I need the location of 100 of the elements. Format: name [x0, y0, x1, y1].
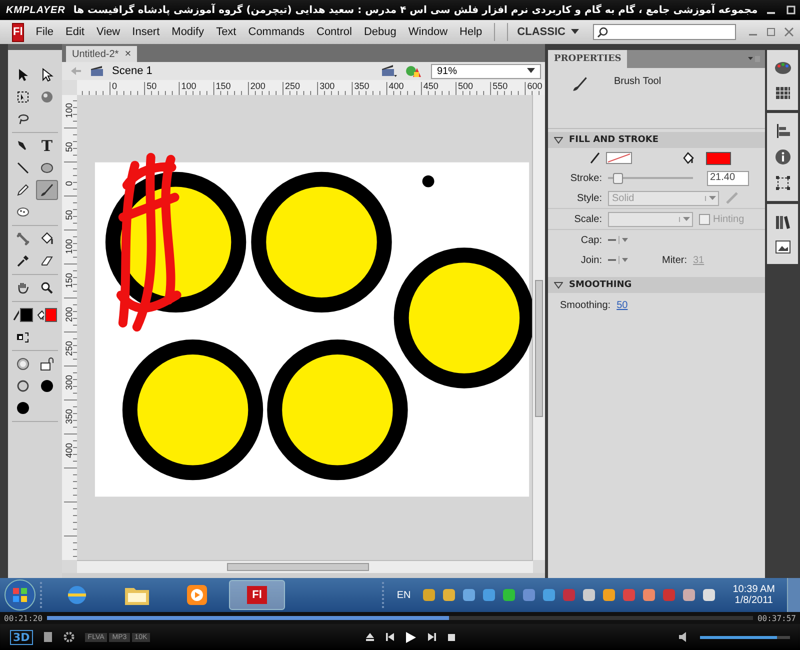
- circle-shape[interactable]: [122, 339, 264, 480]
- swap-icon: [16, 330, 30, 344]
- pencil-icon: [13, 309, 20, 321]
- stroke-value-field[interactable]: 21.40: [707, 170, 749, 186]
- menu-item[interactable]: Insert: [126, 26, 166, 38]
- join-dropdown[interactable]: [608, 256, 630, 264]
- play-icon: [186, 584, 208, 606]
- brush-icon: [572, 76, 588, 92]
- tool-name: Brush Tool: [614, 76, 662, 87]
- workspace-dropdown[interactable]: CLASSIC: [513, 26, 584, 38]
- section-header[interactable]: FILL AND STROKE: [548, 132, 765, 148]
- clock-time: 10:39 AM: [732, 584, 775, 595]
- shapes-icon[interactable]: [405, 64, 423, 78]
- next-icon[interactable]: [426, 632, 437, 642]
- smoothing-value[interactable]: 50: [616, 300, 628, 310]
- clock-date: 1/8/2011: [734, 595, 773, 606]
- oval-icon: [40, 161, 54, 175]
- search-icon: [597, 26, 608, 38]
- line-icon: [16, 161, 30, 175]
- zoom-dropdown[interactable]: 91%: [431, 64, 541, 78]
- image-icon[interactable]: [774, 240, 790, 254]
- smoothing-label: Smoothing:: [560, 300, 611, 310]
- menu-item[interactable]: View: [90, 26, 126, 38]
- transform-icon[interactable]: [774, 175, 790, 191]
- maximize-icon[interactable]: [786, 5, 796, 15]
- slider-thumb[interactable]: [612, 173, 622, 184]
- menu-item[interactable]: Window: [402, 26, 454, 38]
- clapperboard-icon: [90, 65, 104, 77]
- deco-icon: [16, 205, 30, 219]
- seek-bar[interactable]: [46, 616, 754, 620]
- properties-tab[interactable]: PROPERTIES: [548, 50, 628, 68]
- brush-tool-button[interactable]: [36, 180, 58, 200]
- stroke-color-swatch[interactable]: [606, 152, 632, 164]
- vertical-ruler: 100 50 0 50 100 150 200 250 300 350 400: [62, 95, 77, 560]
- dot-icon: [16, 401, 30, 415]
- brush-stroke[interactable]: [116, 152, 182, 332]
- 3d-mode-button[interactable]: 3D: [10, 630, 33, 644]
- circle-shape[interactable]: [251, 172, 392, 313]
- object-drawing-icon: [16, 357, 30, 371]
- section-header[interactable]: SMOOTHING: [548, 277, 765, 293]
- close-icon[interactable]: [784, 27, 794, 37]
- stroke-slider[interactable]: [608, 173, 693, 183]
- style-label: Style:: [576, 192, 602, 204]
- panel-menu-icon[interactable]: [747, 55, 761, 63]
- menu-item[interactable]: Debug: [358, 26, 402, 38]
- caret-icon: [527, 68, 535, 74]
- menu-item[interactable]: Modify: [166, 26, 210, 38]
- search-field[interactable]: [593, 24, 736, 40]
- eject-icon[interactable]: [364, 632, 375, 642]
- settings-icon[interactable]: [62, 631, 75, 643]
- previous-icon[interactable]: [384, 632, 395, 642]
- expand-triangle-icon: [554, 282, 563, 288]
- info-icon[interactable]: [774, 149, 790, 165]
- window-title: مجموعه آموزشی جامع ، گام به گام و کاربردی نرم افزار فلش سی اس ۴ مدرس : سعید هدایی (تیچرمن) گروه آموزشی پادشاه گرافیست ها: [73, 4, 758, 16]
- menu-item[interactable]: Text: [210, 26, 242, 38]
- hand-icon: [16, 281, 30, 295]
- join-label: Join:: [580, 254, 602, 266]
- flash-taskbar-button[interactable]: Fl: [229, 580, 285, 610]
- menu-item[interactable]: Control: [310, 26, 358, 38]
- dot-shape[interactable]: [422, 175, 434, 188]
- horizontal-ruler: 0 50 100 150 200 250 300 350 400 450 500 550 600: [77, 80, 545, 95]
- vertical-scrollbar[interactable]: [532, 95, 545, 560]
- stop-icon[interactable]: [446, 632, 456, 642]
- fill-color-tool-button[interactable]: [36, 305, 58, 325]
- lock-icon: [40, 357, 54, 371]
- menu-item[interactable]: File: [30, 26, 60, 38]
- tab-close[interactable]: ×: [124, 48, 132, 60]
- stroke-color-tool-button[interactable]: [12, 305, 34, 325]
- language-indicator[interactable]: EN: [396, 590, 411, 600]
- clapperboard-icon[interactable]: [381, 64, 397, 78]
- scale-label: Scale:: [573, 214, 602, 224]
- cap-label: Cap:: [580, 234, 602, 246]
- horizontal-scrollbar[interactable]: [77, 560, 533, 573]
- transform-icon: [16, 90, 30, 104]
- menu-item[interactable]: Help: [454, 26, 488, 38]
- app-logo: Fl: [12, 22, 24, 42]
- menu-item[interactable]: Commands: [242, 26, 310, 38]
- eraser-icon: [40, 254, 54, 268]
- fill-color-swatch[interactable]: [706, 152, 731, 164]
- pencil-icon: [16, 183, 30, 197]
- align-icon[interactable]: [774, 123, 790, 139]
- arrow-icon: [16, 68, 30, 82]
- text-tool-button[interactable]: T: [36, 136, 58, 156]
- bone-icon: [16, 232, 30, 246]
- playlist-icon[interactable]: [42, 631, 53, 643]
- start-button[interactable]: [4, 579, 36, 611]
- circle-shape[interactable]: [267, 339, 408, 480]
- cap-dropdown[interactable]: [608, 236, 630, 244]
- dropper-icon: [16, 254, 30, 268]
- scene-label[interactable]: Scene 1: [112, 65, 152, 77]
- palette-icon[interactable]: [774, 60, 792, 76]
- menu-item[interactable]: Edit: [60, 26, 90, 38]
- grid-icon[interactable]: [774, 86, 790, 100]
- caret-icon: [708, 196, 716, 200]
- document-tab[interactable]: Untitled-2* ×: [66, 46, 138, 62]
- pencil-icon: [590, 152, 600, 164]
- library-icon[interactable]: [774, 214, 790, 230]
- play-icon[interactable]: [404, 630, 417, 644]
- dot-icon: [40, 379, 54, 393]
- expand-triangle-icon: [554, 136, 563, 144]
